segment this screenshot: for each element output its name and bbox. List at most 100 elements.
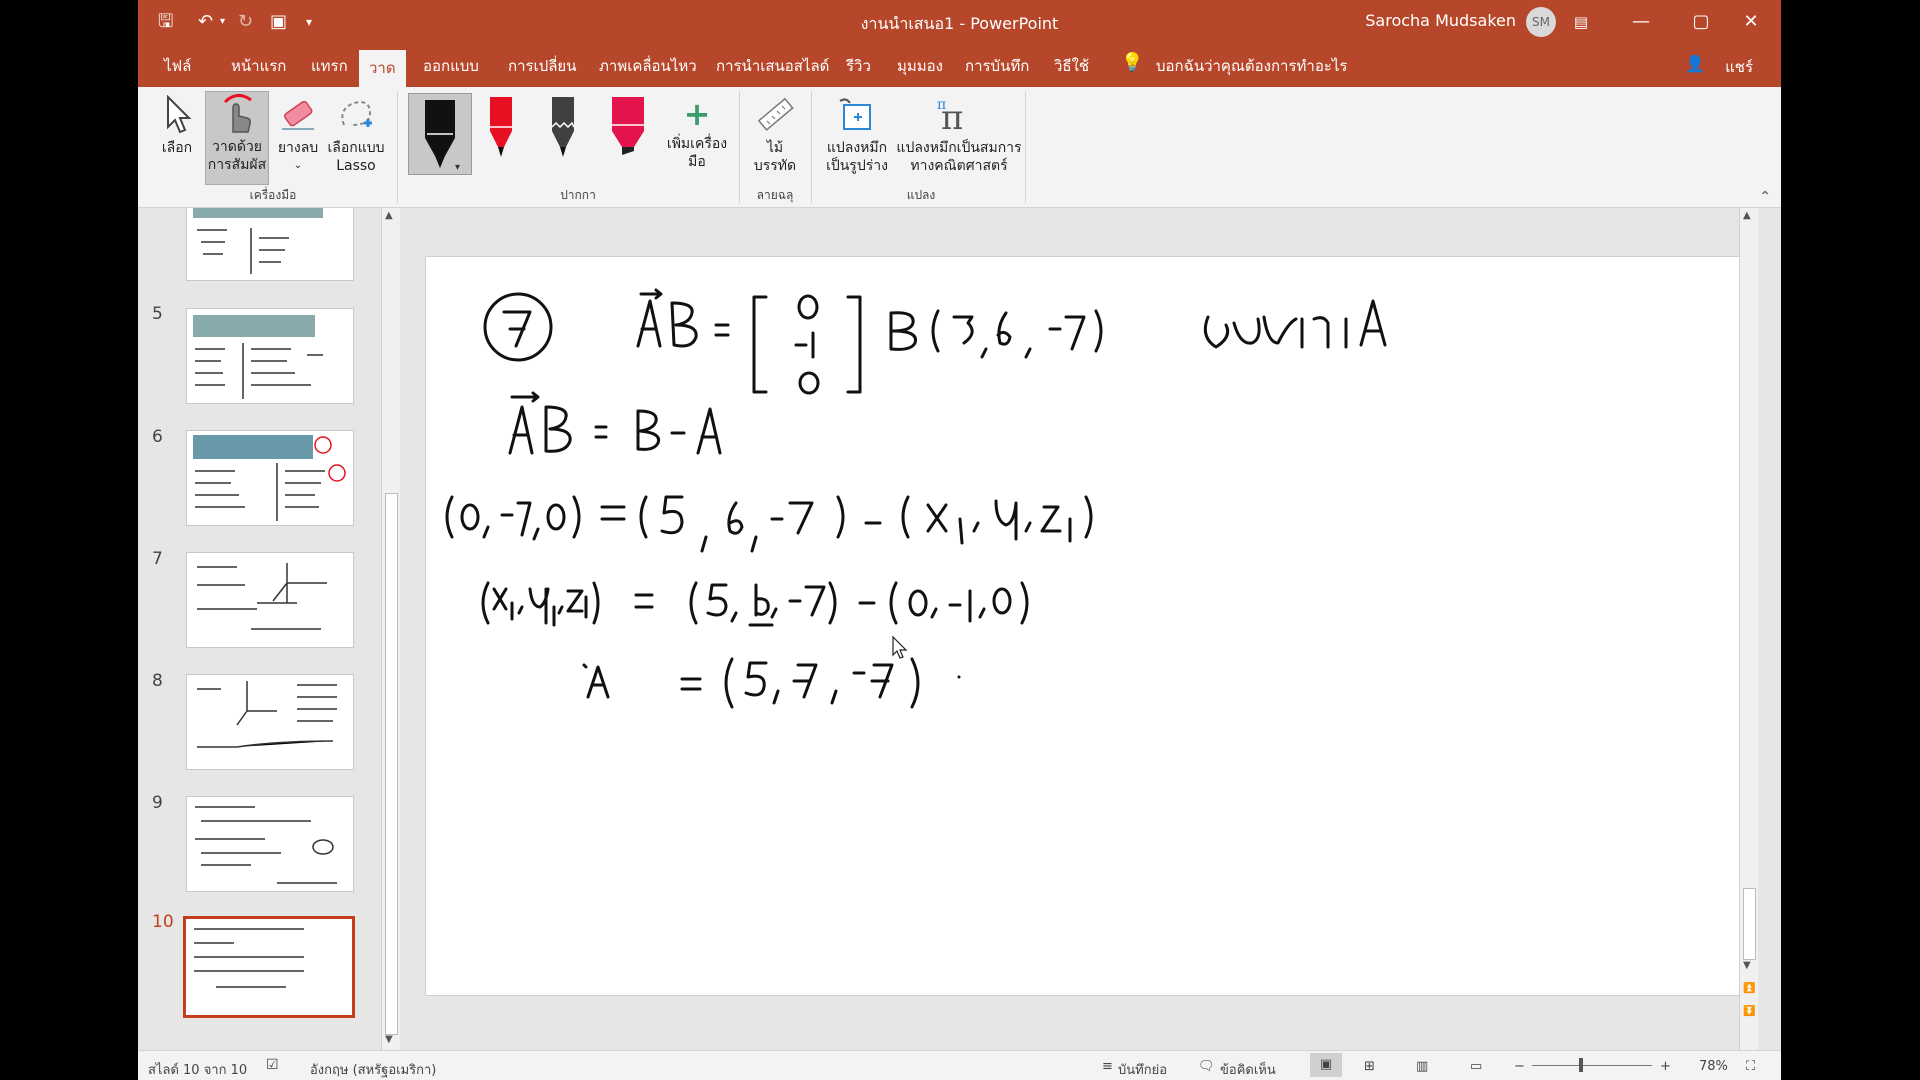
minimize-icon[interactable]: —	[1621, 8, 1661, 36]
slide-number: 7	[152, 549, 163, 569]
slide-thumbnail-selected[interactable]	[183, 916, 355, 1018]
select-tool-button[interactable]: เลือก	[154, 95, 200, 157]
tab-help[interactable]: วิธีใช้	[1054, 54, 1089, 78]
lasso-select-button[interactable]: เลือกแบบ Lasso	[324, 95, 388, 175]
maximize-icon[interactable]: ▢	[1681, 8, 1721, 36]
normal-view-icon[interactable]: ▣	[1310, 1053, 1342, 1077]
tab-home[interactable]: หน้าแรก	[231, 54, 286, 78]
ink-stroke	[572, 495, 1093, 553]
editor-scrollbar[interactable]: ▲ ▼ ⏫ ⏬	[1739, 208, 1758, 1050]
status-bar: สไลด์ 10 จาก 10 ☑ อังกฤษ (สหรัฐอเมริกา) …	[138, 1050, 1781, 1080]
lasso-label-1: เลือกแบบ	[327, 140, 385, 156]
add-pen-label-1: เพิ่มเครื่อง	[666, 136, 728, 152]
svg-text:▾: ▾	[455, 162, 460, 173]
ruler-icon	[757, 97, 794, 131]
thumbnail-scrollbar[interactable]: ▲ ▼	[381, 208, 400, 1050]
svg-text:π: π	[937, 97, 946, 113]
draw-with-touch-button[interactable]: วาดด้วย การสัมผัส	[205, 91, 269, 185]
pen-red-button[interactable]	[484, 95, 518, 165]
scroll-down-icon[interactable]: ▼	[1743, 960, 1751, 971]
eraser-icon	[282, 100, 314, 130]
ink-stroke	[481, 581, 600, 627]
zoom-in-icon[interactable]: +	[1660, 1059, 1671, 1074]
tab-design[interactable]: ออกแบบ	[423, 54, 479, 78]
tab-file[interactable]: ไฟล์	[164, 54, 191, 78]
ink-stroke	[1020, 581, 1029, 625]
scroll-thumb[interactable]	[385, 493, 398, 1035]
ribbon: เลือก วาดด้วย การสัมผัส ยางลบ ⌄ เลือกแบบ…	[138, 87, 1781, 208]
ink-stroke	[502, 310, 532, 348]
add-pen-button[interactable]: + เพิ่มเครื่อง มือ	[659, 97, 735, 171]
slide-sorter-icon[interactable]: ⊞	[1364, 1059, 1375, 1074]
next-slide-icon[interactable]: ⏬	[1743, 1006, 1755, 1017]
tab-view[interactable]: มุมมอง	[897, 54, 943, 78]
ink-to-shape-button[interactable]: แปลงหมึก เป็นรูปร่าง	[821, 95, 893, 175]
tab-insert[interactable]: แทรก	[311, 54, 348, 78]
slideshow-view-icon[interactable]: ▭	[1470, 1059, 1482, 1074]
thumbnail-ink	[195, 806, 337, 884]
tab-animations[interactable]: ภาพเคลื่อนไหว	[599, 54, 697, 78]
lasso-icon	[341, 101, 372, 127]
tab-transitions[interactable]: การเปลี่ยน	[508, 54, 576, 78]
black-pen-icon: ▾	[425, 100, 460, 173]
tell-me-search[interactable]: บอกฉันว่าคุณต้องการทำอะไร	[1156, 54, 1348, 78]
ink-stroke	[546, 503, 566, 531]
scroll-up-icon[interactable]: ▲	[385, 210, 393, 221]
user-name[interactable]: Sarocha Mudsaken	[1365, 11, 1516, 30]
slide-thumbnail[interactable]	[186, 552, 354, 648]
collapse-ribbon-icon[interactable]: ⌃	[1759, 189, 1771, 205]
slide-thumbnail[interactable]	[186, 796, 354, 892]
slide-thumbnail[interactable]	[186, 208, 354, 281]
close-icon[interactable]: ✕	[1731, 8, 1771, 36]
fit-to-window-icon[interactable]: ⛶	[1746, 1059, 1755, 1074]
draw-with-touch-label-1: วาดด้วย	[212, 139, 262, 155]
separator	[739, 91, 740, 203]
zoom-slider[interactable]	[1532, 1065, 1652, 1066]
reading-view-icon[interactable]: ▥	[1416, 1059, 1428, 1074]
tab-review[interactable]: รีวิว	[846, 54, 871, 78]
slide-thumbnail[interactable]	[186, 308, 354, 404]
scroll-thumb[interactable]	[1743, 888, 1756, 960]
ink-stroke	[508, 391, 572, 455]
accessibility-icon[interactable]: ☑	[266, 1057, 279, 1073]
notes-button[interactable]: บันทึกย่อ	[1118, 1059, 1167, 1080]
avatar[interactable]: SM	[1526, 7, 1556, 37]
language-indicator[interactable]: อังกฤษ (สหรัฐอเมริกา)	[310, 1059, 436, 1080]
scroll-down-icon[interactable]: ▼	[385, 1034, 393, 1045]
pen-black-button[interactable]: ▾	[408, 93, 472, 175]
eraser-dropdown-icon[interactable]: ⌄	[272, 157, 324, 175]
tab-draw[interactable]: วาด	[359, 50, 406, 88]
highlighter-pink-button[interactable]	[608, 95, 648, 165]
ribbon-tabs: ไฟล์ หน้าแรก แทรก วาด ออกแบบ การเปลี่ยน …	[138, 44, 1781, 88]
pointer-icon	[167, 95, 192, 134]
slide-thumbnail[interactable]	[186, 674, 354, 770]
comments-button[interactable]: ข้อคิดเห็น	[1220, 1059, 1276, 1080]
ink-to-shape-label-1: แปลงหมึก	[826, 140, 888, 156]
pi-icon: ππ	[937, 97, 963, 135]
zoom-out-icon[interactable]: −	[1514, 1059, 1525, 1074]
slide-canvas[interactable]	[425, 256, 1741, 996]
slide-thumbnail[interactable]	[186, 430, 354, 526]
ribbon-display-options-icon[interactable]: ▤	[1561, 8, 1601, 36]
slide-number: 8	[152, 671, 163, 691]
tab-slideshow[interactable]: การนำเสนอสไลด์	[716, 54, 829, 78]
pen-gray-button[interactable]	[546, 95, 580, 165]
ruler-button[interactable]: ไม้ บรรทัด	[750, 95, 800, 175]
ink-stroke	[636, 407, 722, 455]
slide-thumbnail-panel: 5 6 7 8 9 10 ▲ ▼	[138, 208, 403, 1050]
notes-icon[interactable]: ≡	[1102, 1059, 1113, 1074]
zoom-slider-thumb[interactable]	[1579, 1058, 1583, 1072]
ruler-label-2: บรรทัด	[753, 158, 797, 174]
share-button[interactable]: แชร์	[1725, 55, 1753, 79]
tab-recording[interactable]: การบันทึก	[965, 54, 1029, 78]
scroll-up-icon[interactable]: ▲	[1743, 210, 1751, 221]
lasso-label-2: Lasso	[336, 158, 376, 174]
zoom-level[interactable]: 78%	[1699, 1059, 1728, 1074]
ink-stroke	[482, 501, 540, 541]
previous-slide-icon[interactable]: ⏫	[1743, 983, 1755, 994]
ink-stroke	[797, 294, 819, 320]
stencils-group-label: ลายฉลุ	[756, 188, 794, 202]
eraser-button[interactable]: ยางลบ ⌄	[272, 95, 324, 175]
comments-icon[interactable]: 🗨	[1198, 1059, 1215, 1074]
ink-to-math-button[interactable]: ππ แปลงหมึกเป็นสมการ ทางคณิตศาสตร์	[892, 95, 1026, 175]
